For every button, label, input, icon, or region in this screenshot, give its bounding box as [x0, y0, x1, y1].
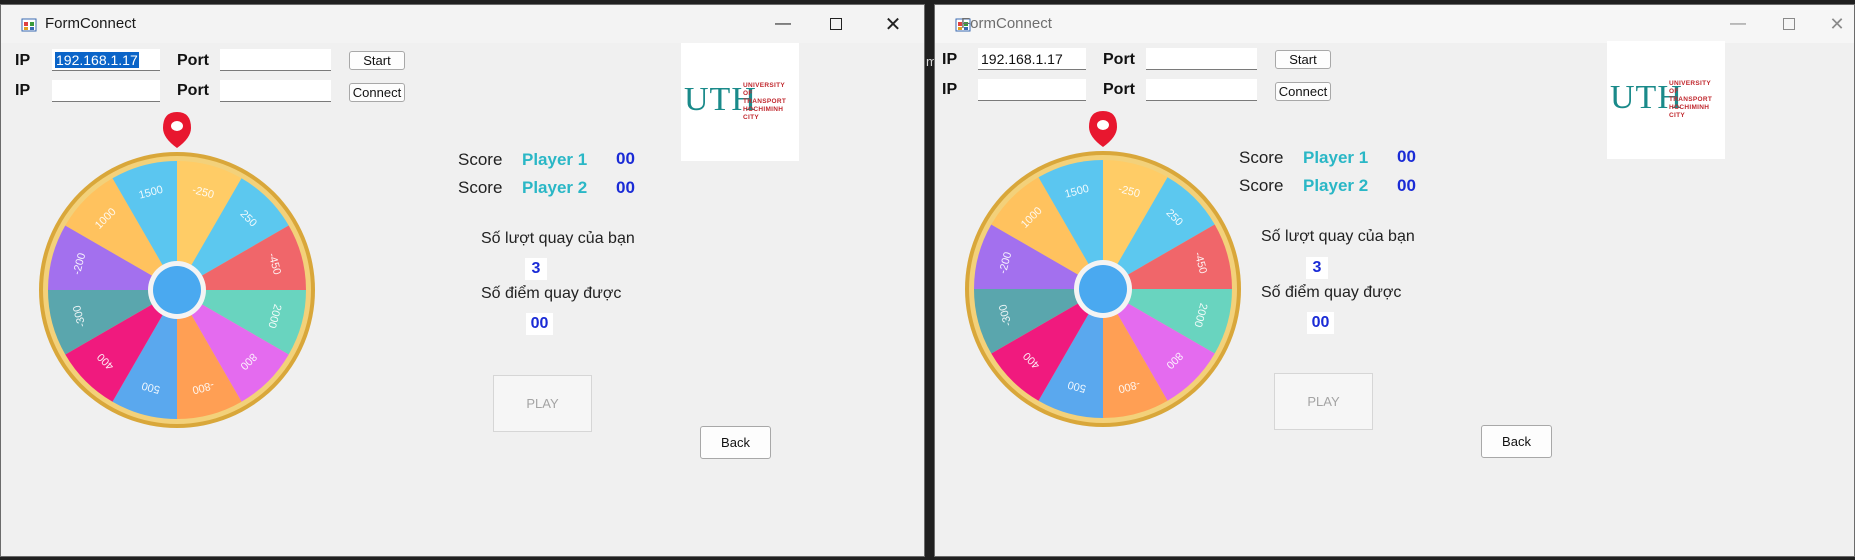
back-button[interactable]: Back — [700, 426, 771, 459]
player1-name: Player 1 — [522, 150, 588, 169]
points-label: Số điểm quay được — [481, 285, 622, 302]
back-button[interactable]: Back — [1481, 425, 1552, 458]
connect-button[interactable]: Connect — [1275, 82, 1331, 101]
turns-value: 3 — [1306, 257, 1328, 279]
score-label-1: Score — [1239, 148, 1284, 167]
port-label: Port — [1103, 51, 1135, 68]
points-label: Số điểm quay được — [1261, 284, 1402, 301]
player2-score: 00 — [1397, 176, 1416, 195]
maximize-icon — [830, 18, 842, 30]
ip-label: IP — [942, 51, 958, 68]
form-connect-window-right: FormConnect — ✕ IP 192.168.1.17 Port Sta… — [934, 4, 1855, 557]
player2-name: Player 2 — [522, 178, 588, 197]
start-button[interactable]: Start — [1275, 50, 1331, 69]
title-bar[interactable]: FormConnect — ✕ — [1, 5, 924, 43]
turns-value: 3 — [525, 258, 547, 280]
logo-subtitle: UNIVERSITY OF TRANSPORT HOCHIMINH CITY — [1669, 80, 1713, 119]
points-value: 00 — [526, 313, 553, 335]
port-input[interactable] — [220, 49, 331, 71]
app-icon — [21, 18, 37, 32]
ip-input[interactable]: 192.168.1.17 — [978, 48, 1086, 70]
window-title: FormConnect — [45, 15, 136, 32]
maximize-icon — [1783, 18, 1795, 30]
connect-button[interactable]: Connect — [349, 83, 405, 102]
window-title: FormConnect — [961, 15, 1052, 32]
ip-input[interactable]: 192.168.1.17 — [52, 49, 160, 71]
close-icon: ✕ — [884, 13, 902, 36]
player2-score: 00 — [616, 178, 635, 197]
ip-input-value: 192.168.1.17 — [55, 52, 139, 68]
title-bar[interactable]: FormConnect — ✕ — [935, 5, 1854, 43]
port-label: Port — [177, 52, 209, 69]
uth-logo: UTH UNIVERSITY OF TRANSPORT HOCHIMINH CI… — [681, 43, 799, 161]
spin-wheel[interactable]: -250250-4502000800-800500400-300-2001000… — [39, 108, 315, 428]
score-label-2: Score — [458, 178, 503, 197]
points-value: 00 — [1307, 312, 1334, 334]
player1-score: 00 — [1397, 147, 1416, 166]
port-label-2: Port — [177, 82, 209, 99]
port-label-2: Port — [1103, 81, 1135, 98]
port-input-2[interactable] — [1146, 79, 1257, 101]
close-button[interactable]: ✕ — [865, 5, 921, 43]
minimize-button[interactable]: — — [1710, 5, 1766, 43]
minimize-icon: — — [1730, 15, 1746, 32]
minimize-button[interactable]: — — [755, 5, 811, 43]
turns-label: Số lượt quay của bạn — [481, 230, 635, 247]
uth-logo: UTH UNIVERSITY OF TRANSPORT HOCHIMINH CI… — [1607, 41, 1725, 159]
play-button[interactable]: PLAY — [493, 375, 592, 432]
player2-name: Player 2 — [1303, 176, 1369, 195]
ip-label: IP — [15, 52, 31, 69]
ip-input-2[interactable] — [978, 79, 1086, 101]
close-icon: ✕ — [1829, 13, 1845, 34]
player1-score: 00 — [616, 149, 635, 168]
player1-name: Player 1 — [1303, 148, 1369, 167]
score-label-2: Score — [1239, 176, 1284, 195]
maximize-button[interactable] — [808, 5, 864, 43]
turns-label: Số lượt quay của bạn — [1261, 228, 1415, 245]
minimize-icon: — — [775, 15, 791, 32]
wheel-hub — [153, 266, 201, 314]
pointer-dot — [1097, 120, 1109, 130]
form-connect-window-left: FormConnect — ✕ IP 192.168.1.17 Port Sta… — [0, 4, 925, 557]
ip-input-2[interactable] — [52, 80, 160, 102]
ip-label-2: IP — [942, 81, 958, 98]
wheel-hub — [1079, 265, 1127, 313]
port-input-2[interactable] — [220, 80, 331, 102]
play-button[interactable]: PLAY — [1274, 373, 1373, 430]
pointer-dot — [171, 121, 183, 131]
logo-subtitle: UNIVERSITY OF TRANSPORT HOCHIMINH CITY — [743, 82, 787, 121]
port-input[interactable] — [1146, 48, 1257, 70]
spin-wheel[interactable]: -250250-4502000800-800500400-300-2001000… — [965, 107, 1241, 427]
close-button[interactable]: ✕ — [1809, 5, 1854, 43]
start-button[interactable]: Start — [349, 51, 405, 70]
score-label-1: Score — [458, 150, 503, 169]
ip-label-2: IP — [15, 82, 31, 99]
